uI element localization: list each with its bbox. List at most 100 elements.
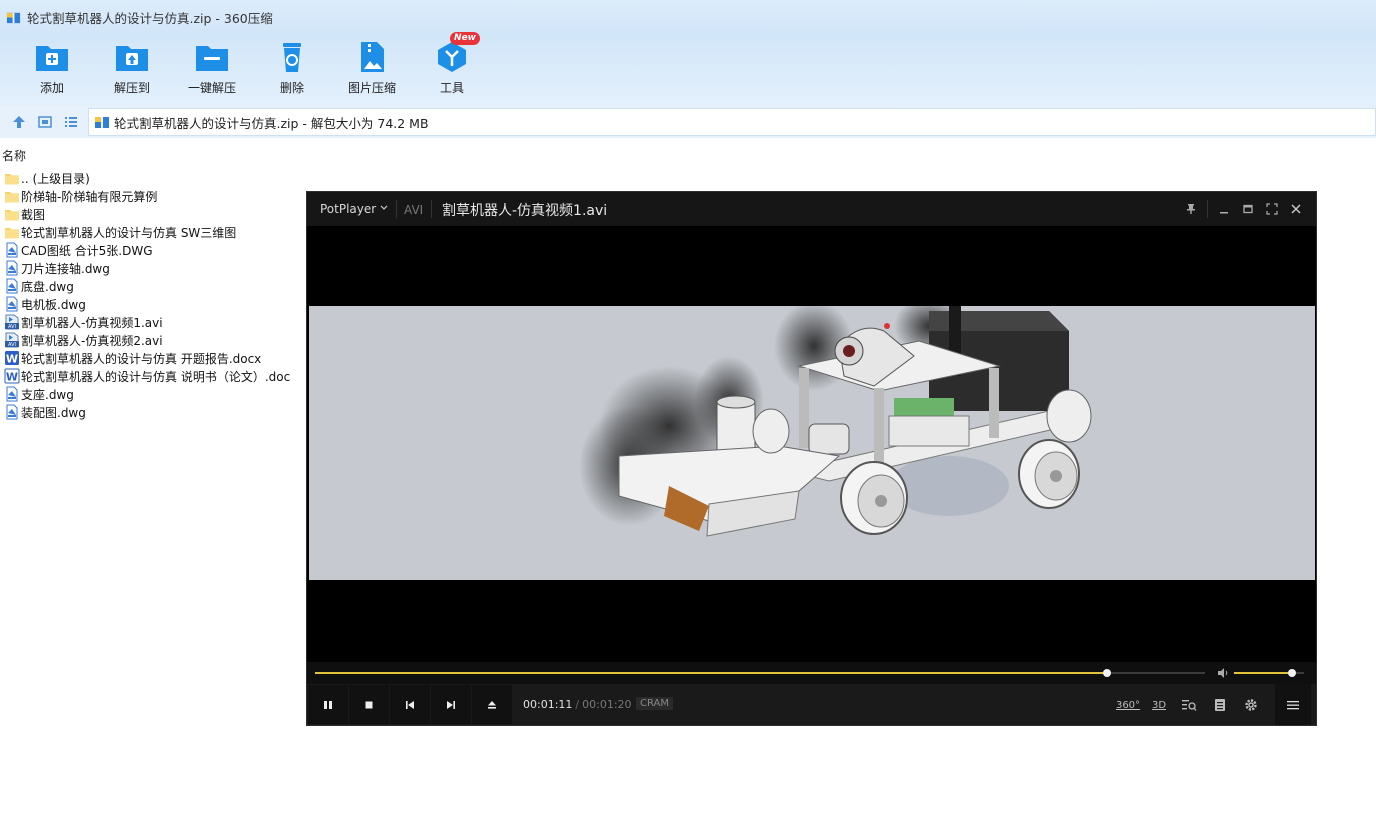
word-doc-icon: W <box>4 368 20 384</box>
file-name: CAD图纸 合计5张.DWG <box>21 243 153 258</box>
potplayer-window: PotPlayer AVI 割草机器人-仿真视频1.avi 00:01:11 /… <box>306 191 1317 726</box>
dwg-file-icon <box>4 278 20 294</box>
column-header-name[interactable]: 名称 <box>0 146 1376 164</box>
file-row[interactable]: 装配图.dwg <box>0 403 300 421</box>
player-file-title: 割草机器人-仿真视频1.avi <box>442 203 608 219</box>
file-row[interactable]: CAD图纸 合计5张.DWG <box>0 241 300 259</box>
delete-label: 删除 <box>279 81 304 95</box>
stop-icon <box>365 701 373 708</box>
delete-button[interactable]: 删除 <box>252 40 332 100</box>
file-row[interactable]: W 轮式割草机器人的设计与仿真 说明书（论文）.doc <box>0 367 300 385</box>
volume-slider[interactable] <box>1234 669 1304 677</box>
next-button[interactable] <box>431 685 471 724</box>
minimize-button[interactable] <box>1212 199 1236 219</box>
player-controls: 00:01:11/00:01:20 CRAM 360° 3D <box>307 684 1316 725</box>
file-name: 轮式割草机器人的设计与仿真 说明书（论文）.doc <box>21 369 291 384</box>
previous-button[interactable] <box>390 685 430 724</box>
playlist-search-button[interactable] <box>1179 696 1199 714</box>
folder-icon <box>4 206 20 222</box>
tools-button[interactable]: New 工具 <box>412 32 492 100</box>
seek-bar[interactable] <box>315 669 1205 677</box>
eject-button[interactable] <box>472 685 512 724</box>
file-row[interactable]: AVI 割草机器人-仿真视频1.avi <box>0 313 300 331</box>
pause-button[interactable] <box>308 685 348 724</box>
up-level-button[interactable] <box>7 110 31 134</box>
vr-360-icon: 360° <box>1115 699 1141 711</box>
file-row[interactable]: AVI 割草机器人-仿真视频2.avi <box>0 331 300 349</box>
one-click-extract-button[interactable]: 一键解压 <box>172 40 252 100</box>
arrow-up-icon <box>13 116 25 128</box>
window-button-separator <box>1207 200 1208 218</box>
potplayer-menu-button[interactable]: PotPlayer <box>320 202 376 216</box>
pin-button[interactable] <box>1179 199 1203 219</box>
svg-text:W: W <box>6 371 18 384</box>
file-row[interactable]: 阶梯轴-阶梯轴有限元算例 <box>0 187 300 205</box>
file-name: 截图 <box>21 207 46 222</box>
seek-handle[interactable] <box>1103 669 1112 677</box>
file-list: .. (上级目录) 阶梯轴-阶梯轴有限元算例 截图轮式割草机器人的设计与仿真 SW三… <box>0 169 300 421</box>
file-name: 阶梯轴-阶梯轴有限元算例 <box>21 189 158 204</box>
extract-to-label: 解压到 <box>113 81 150 95</box>
tools-label: 工具 <box>439 81 464 95</box>
archiver-titlebar: 轮式割草机器人的设计与仿真.zip - 360压缩 <box>0 0 1376 34</box>
file-name: 割草机器人-仿真视频2.avi <box>21 333 163 348</box>
playlist-button[interactable] <box>1210 696 1230 714</box>
fullscreen-button[interactable] <box>1260 199 1284 219</box>
video-frame[interactable] <box>309 306 1315 580</box>
chevron-down-icon[interactable] <box>379 203 389 213</box>
current-time: 00:01:11 <box>523 698 573 711</box>
file-name: 割草机器人-仿真视频1.avi <box>21 315 163 330</box>
player-titlebar: PotPlayer AVI 割草机器人-仿真视频1.avi <box>307 192 1316 226</box>
pause-icon <box>324 700 332 709</box>
playlist-icon <box>1215 699 1225 711</box>
thumbnail-view-icon <box>38 116 52 128</box>
vr-360-button[interactable]: 360° <box>1115 696 1141 714</box>
app-root: 轮式割草机器人的设计与仿真.zip - 360压缩 添加 解压到 一键解压 删除… <box>0 0 1376 817</box>
window-title: 轮式割草机器人的设计与仿真.zip - 360压缩 <box>27 10 273 26</box>
volume-icon[interactable] <box>1217 667 1229 679</box>
file-name: 轮式割草机器人的设计与仿真 SW三维图 <box>21 225 237 240</box>
svg-text:AVI: AVI <box>8 342 16 348</box>
list-view-button[interactable] <box>59 110 83 134</box>
volume-handle[interactable] <box>1288 669 1297 677</box>
previous-icon <box>406 700 414 709</box>
wheel <box>840 461 908 535</box>
file-row[interactable]: 电机板.dwg <box>0 295 300 313</box>
add-icon <box>34 40 70 74</box>
volume-level <box>1234 672 1293 674</box>
file-name: 支座.dwg <box>21 387 74 402</box>
thumbnail-view-button[interactable] <box>33 110 57 134</box>
file-row[interactable]: 刀片连接轴.dwg <box>0 259 300 277</box>
image-compress-button[interactable]: 图片压缩 <box>332 40 412 100</box>
tools-icon: New <box>434 32 480 74</box>
file-row[interactable]: 底盘.dwg <box>0 277 300 295</box>
file-row[interactable]: W 轮式割草机器人的设计与仿真 开题报告.docx <box>0 349 300 367</box>
file-row[interactable]: 支座.dwg <box>0 385 300 403</box>
3d-button[interactable]: 3D <box>1149 696 1169 714</box>
file-row[interactable]: 截图 <box>0 205 300 223</box>
zip-app-icon <box>6 12 21 23</box>
extract-to-button[interactable]: 解压到 <box>92 40 172 100</box>
file-name: 电机板.dwg <box>21 297 86 312</box>
file-row[interactable]: .. (上级目录) <box>0 169 300 187</box>
add-button[interactable]: 添加 <box>12 40 92 100</box>
svg-text:AVI: AVI <box>8 324 16 330</box>
file-name: 装配图.dwg <box>21 405 86 420</box>
dwg-file-icon <box>4 242 20 258</box>
menu-button[interactable] <box>1275 684 1311 725</box>
settings-button[interactable] <box>1241 696 1261 714</box>
close-button[interactable] <box>1284 199 1308 219</box>
close-icon <box>1291 204 1301 214</box>
gear-icon <box>1245 699 1257 711</box>
maximize-button[interactable] <box>1236 199 1260 219</box>
fullscreen-icon <box>1266 203 1278 215</box>
column-name-label: 名称 <box>2 149 27 163</box>
dwg-file-icon <box>4 404 20 420</box>
file-name: 轮式割草机器人的设计与仿真 开题报告.docx <box>21 351 262 366</box>
folder-icon <box>4 188 20 204</box>
next-icon <box>447 700 455 709</box>
address-field[interactable]: 轮式割草机器人的设计与仿真.zip - 解包大小为 74.2 MB <box>88 108 1376 136</box>
stop-button[interactable] <box>349 685 389 724</box>
file-row[interactable]: 轮式割草机器人的设计与仿真 SW三维图 <box>0 223 300 241</box>
list-view-icon <box>65 117 77 127</box>
